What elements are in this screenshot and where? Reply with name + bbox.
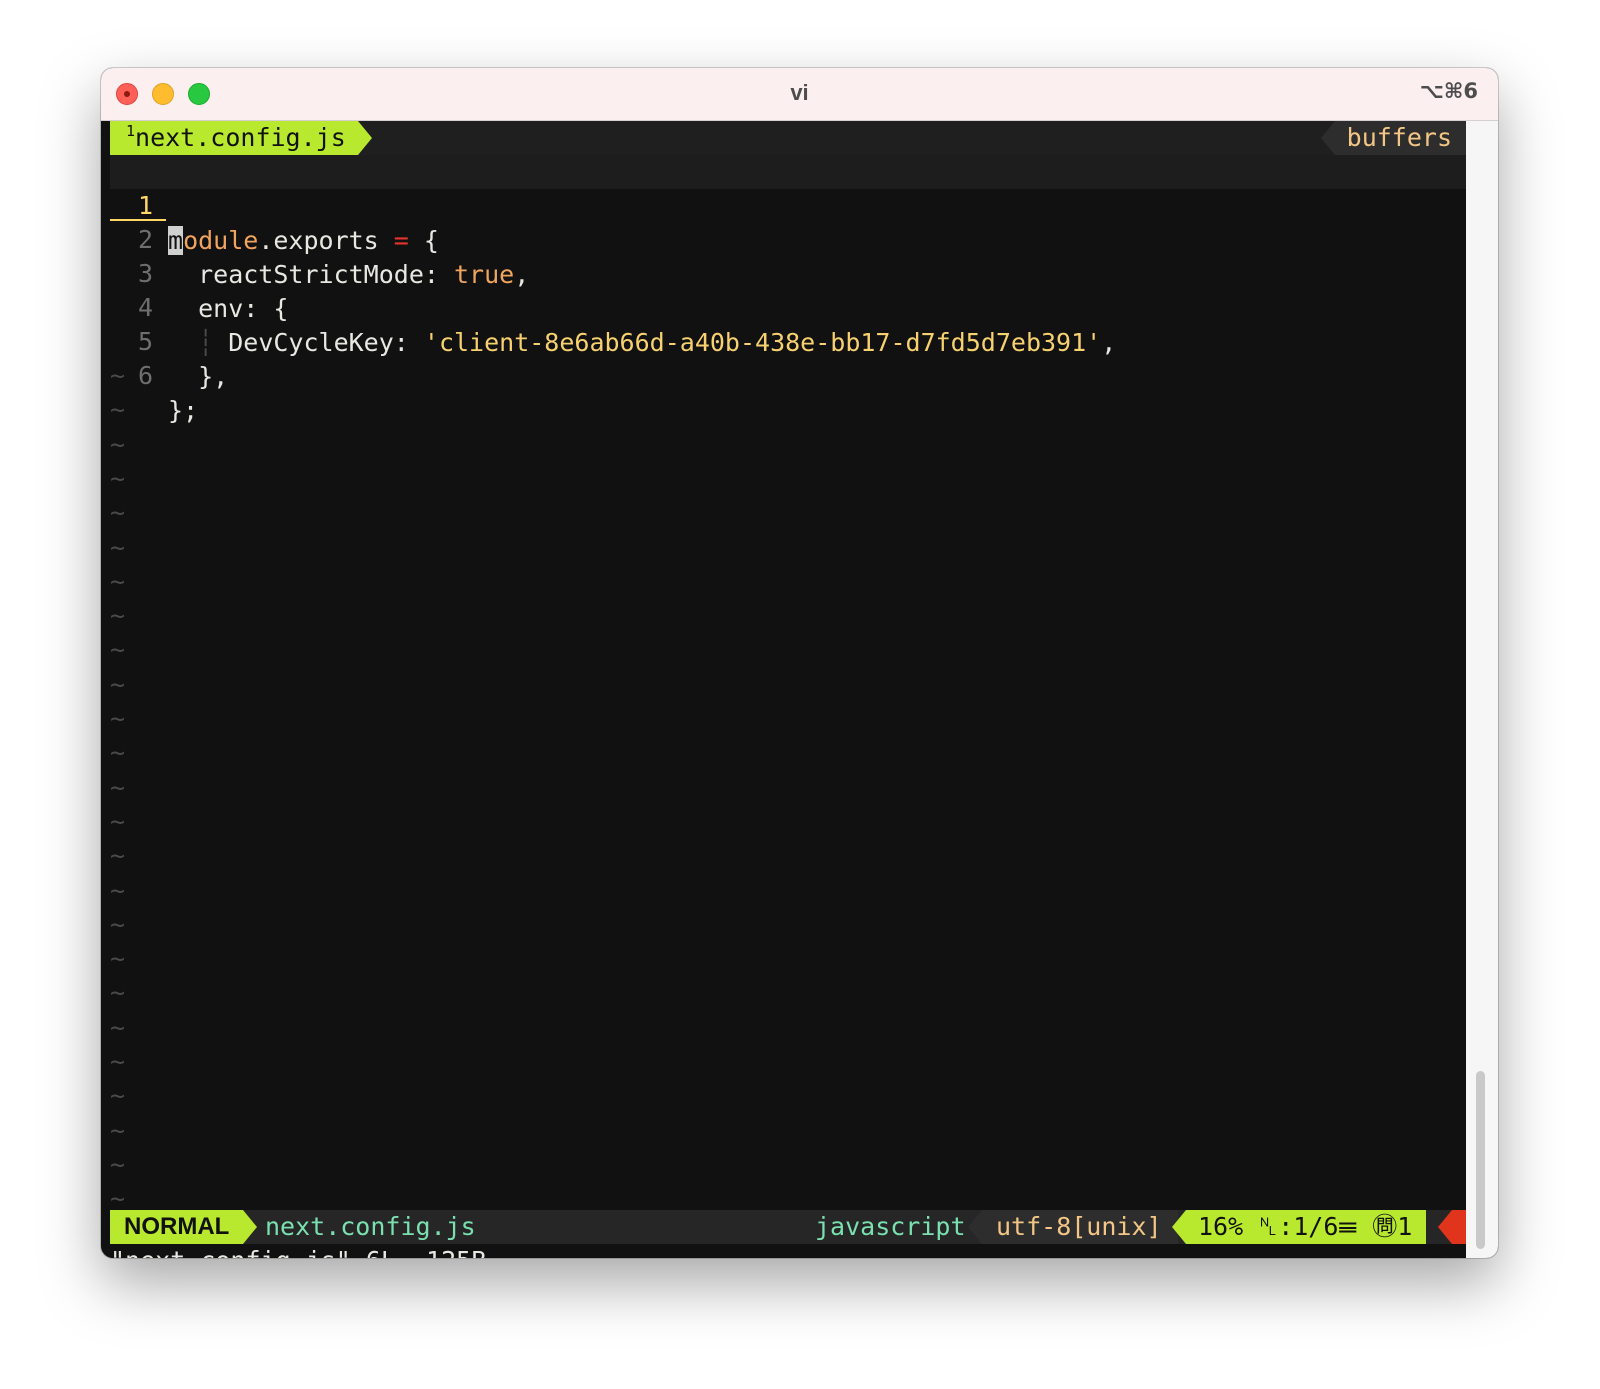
tilde-marker: ~ (110, 395, 126, 425)
tilde-marker: ~ (110, 738, 126, 768)
code-line-4[interactable]: 4 ┆ DevCycleKey: 'client-8e6ab66d-a40b-4… (110, 257, 1466, 356)
tilde-marker: ~ (110, 1081, 126, 1111)
tilde-marker: ~ (110, 1047, 126, 1076)
tabline: 1next.config.js buffers (110, 121, 1466, 155)
tilde-marker: ~ (110, 532, 126, 562)
window-title: vi (790, 80, 809, 105)
title-bar: vi ⌥⌘6 (101, 68, 1498, 121)
code-line-2[interactable]: 2 reactStrictMode: true, (110, 189, 1466, 288)
tilde-marker: ~ (110, 704, 126, 733)
tilde-marker: ~ (110, 566, 126, 596)
tab-label: next.config.js (135, 123, 346, 152)
tilde-marker: ~ (110, 429, 126, 459)
tilde-marker: ~ (110, 669, 126, 699)
tilde-marker: ~ (110, 463, 126, 493)
tilde-marker: ~ (110, 1012, 126, 1042)
tilde-marker: ~ (110, 944, 126, 974)
code-text: }; (168, 395, 199, 425)
status-warning-segment (1438, 1210, 1466, 1244)
status-encoding: utf-8[unix] (968, 1210, 1178, 1244)
status-filename: next.config.js (265, 1212, 476, 1241)
code-line-3[interactable]: 3 env: { (110, 223, 1466, 322)
tab-next-config[interactable]: 1next.config.js (110, 121, 372, 155)
command-message: "next.config.js" 6L, 125B (110, 1244, 1466, 1258)
tilde-marker: ~ (110, 1115, 126, 1145)
buffers-label: buffers (1320, 121, 1466, 155)
tilde-marker: ~ (110, 806, 126, 836)
code-line-5[interactable]: 5 }, (110, 291, 1466, 390)
tilde-marker: ~ (110, 498, 126, 528)
tilde-marker: ~ (110, 635, 126, 665)
tilde-marker: ~ (110, 841, 126, 871)
statusline: NORMAL next.config.js javascript utf-8[u… (110, 1210, 1466, 1244)
tilde-marker: ~ (110, 909, 126, 939)
mode-indicator: NORMAL (110, 1210, 258, 1244)
tab-number: 1 (126, 122, 136, 140)
tilde-marker: ~ (110, 361, 126, 390)
tilde-marker: ~ (110, 601, 126, 631)
scrollbar-thumb[interactable] (1476, 1071, 1485, 1249)
tilde-marker: ~ (110, 772, 126, 802)
code-line-6[interactable]: 6 }; (110, 325, 1466, 424)
tilde-marker: ~ (110, 978, 126, 1008)
status-filetype: javascript (815, 1212, 966, 1241)
tilde-marker: ~ (110, 875, 126, 905)
vim-editor[interactable]: 1next.config.js buffers 1 module.exports… (110, 121, 1466, 1258)
tilde-marker: ~ (110, 1149, 126, 1179)
window-shortcut: ⌥⌘6 (1419, 79, 1478, 103)
status-position: 16% ␤:1/6☰ ㉄1 (1171, 1210, 1427, 1244)
code-line-1[interactable]: 1 module.exports = { (110, 155, 1466, 255)
terminal-window: vi ⌥⌘6 1next.config.js buffers 1 module.… (101, 68, 1498, 1258)
